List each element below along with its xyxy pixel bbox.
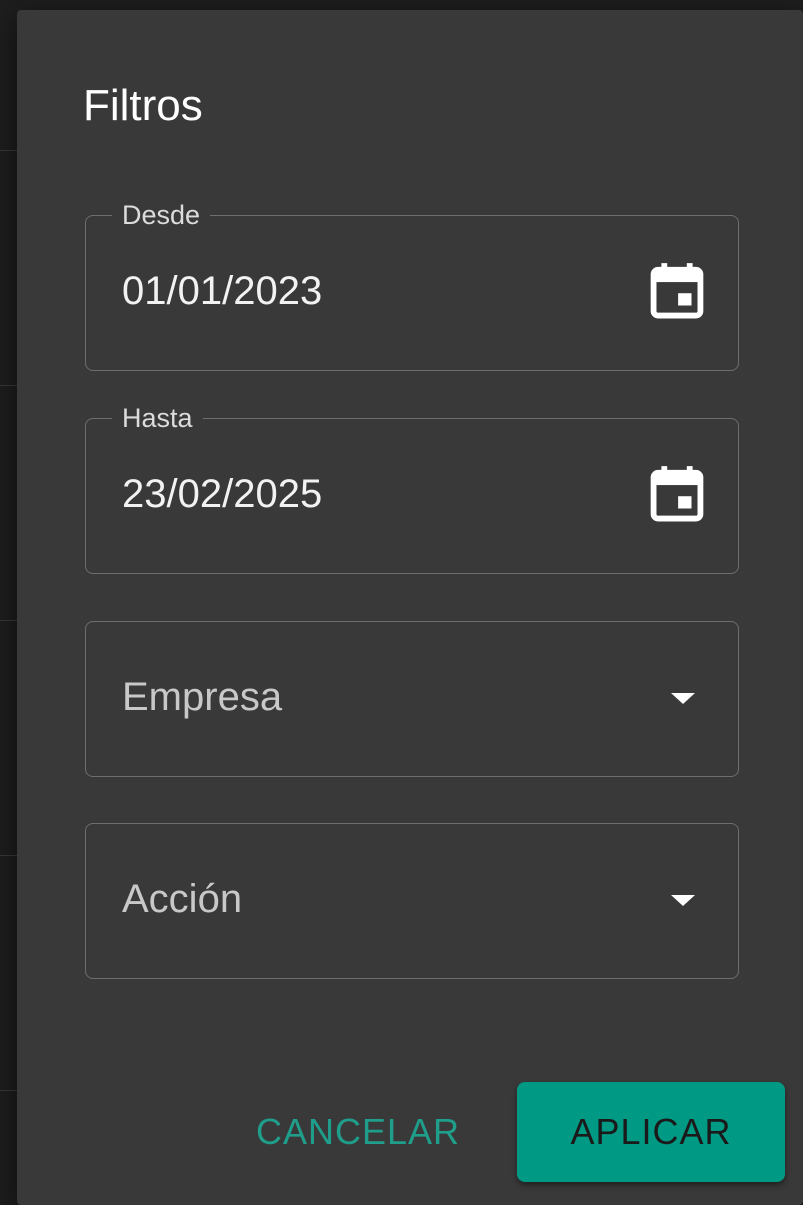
chevron-down-icon[interactable]: [668, 890, 698, 910]
empresa-select[interactable]: Empresa: [85, 621, 739, 777]
hasta-label: Hasta: [112, 401, 203, 435]
calendar-icon[interactable]: [650, 262, 704, 320]
accion-placeholder: Acción: [122, 877, 243, 921]
desde-date-field[interactable]: Desde 01/01/2023: [85, 198, 739, 371]
dialog-title: Filtros: [83, 81, 203, 130]
filters-dialog: Filtros Desde 01/01/2023 Hasta 23/02/202…: [17, 10, 803, 1205]
empresa-placeholder: Empresa: [122, 675, 283, 719]
dialog-actions: CANCELAR APLICAR: [17, 1082, 803, 1182]
accion-select[interactable]: Acción: [85, 823, 739, 979]
desde-value[interactable]: 01/01/2023: [122, 266, 322, 316]
hasta-date-field[interactable]: Hasta 23/02/2025: [85, 401, 739, 574]
calendar-icon[interactable]: [650, 465, 704, 523]
chevron-down-icon[interactable]: [668, 688, 698, 708]
desde-label: Desde: [112, 198, 211, 232]
cancel-button[interactable]: CANCELAR: [235, 1100, 481, 1164]
hasta-value[interactable]: 23/02/2025: [122, 469, 322, 519]
apply-button[interactable]: APLICAR: [517, 1082, 785, 1182]
